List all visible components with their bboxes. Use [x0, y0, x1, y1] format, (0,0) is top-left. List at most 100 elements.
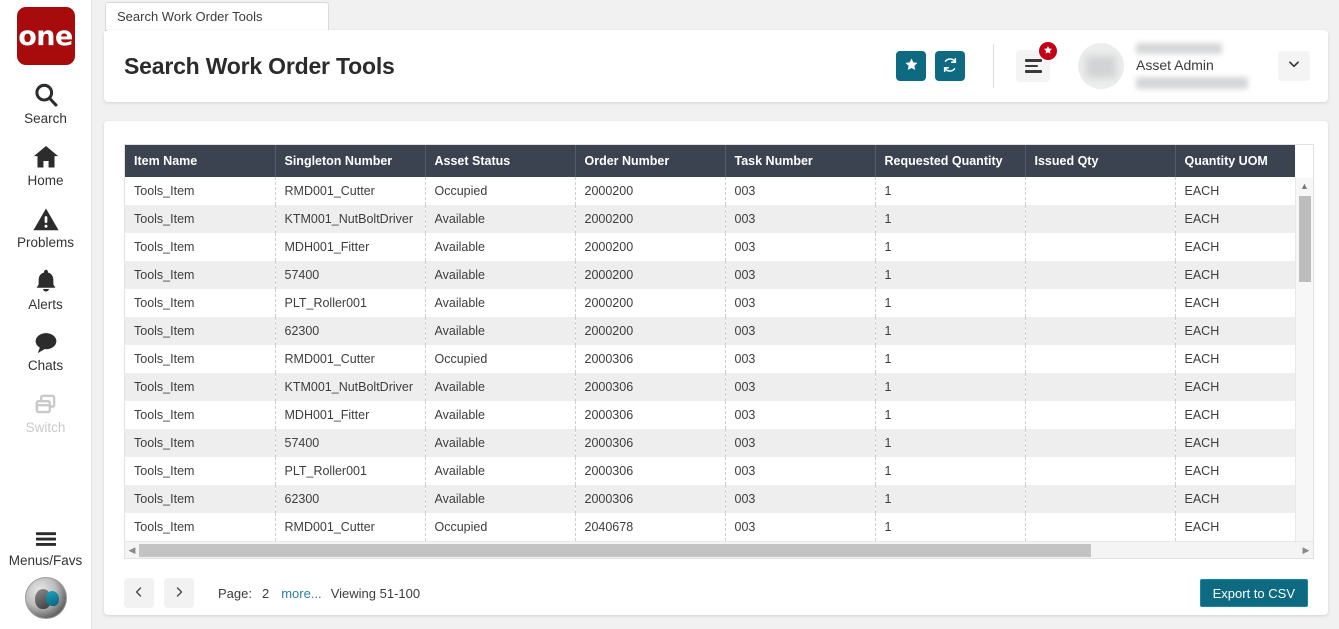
sidebar-label: Problems [17, 236, 74, 251]
results-grid-container: Item NameSingleton NumberAsset StatusOrd… [124, 144, 1314, 559]
grid-body: Tools_ItemRMD001_CutterOccupied200020000… [125, 177, 1295, 541]
chevron-down-icon [1287, 57, 1301, 76]
table-row[interactable]: Tools_ItemMDH001_FitterAvailable20003060… [125, 401, 1295, 429]
switch-windows-icon [33, 388, 59, 418]
grid-column-header[interactable]: Quantity UOM [1175, 145, 1295, 177]
star-icon [904, 57, 919, 75]
favorites-menu-button[interactable] [1016, 50, 1050, 82]
table-row[interactable]: Tools_Item57400Available20003060031EACH [125, 429, 1295, 457]
home-icon [31, 141, 61, 171]
table-row[interactable]: Tools_ItemKTM001_NutBoltDriverAvailable2… [125, 373, 1295, 401]
export-to-csv-button[interactable]: Export to CSV [1200, 579, 1308, 607]
table-cell: 003 [725, 233, 875, 261]
table-cell [1025, 373, 1175, 401]
table-cell: 1 [875, 261, 1025, 289]
user-menu-button[interactable] [1278, 51, 1310, 81]
previous-page-button[interactable] [124, 578, 154, 608]
table-row[interactable]: Tools_ItemPLT_Roller001Available20002000… [125, 289, 1295, 317]
next-page-button[interactable] [164, 578, 194, 608]
table-row[interactable]: Tools_Item62300Available20002000031EACH [125, 317, 1295, 345]
grid-column-header[interactable]: Order Number [575, 145, 725, 177]
table-cell: 1 [875, 177, 1025, 205]
table-cell: Tools_Item [125, 205, 275, 233]
grid-column-header[interactable]: Singleton Number [275, 145, 425, 177]
table-row[interactable]: Tools_ItemMDH001_FitterAvailable20002000… [125, 233, 1295, 261]
table-cell: EACH [1175, 317, 1295, 345]
grid-column-header[interactable]: Asset Status [425, 145, 575, 177]
sidebar-item-chats[interactable]: Chats [0, 326, 92, 374]
table-cell: 57400 [275, 429, 425, 457]
table-cell: EACH [1175, 373, 1295, 401]
table-cell: 1 [875, 345, 1025, 373]
table-cell: 003 [725, 513, 875, 541]
table-cell: MDH001_Fitter [275, 233, 425, 261]
sidebar-item-search[interactable]: Search [0, 79, 92, 127]
table-row[interactable]: Tools_Item57400Available20002000031EACH [125, 261, 1295, 289]
table-cell: RMD001_Cutter [275, 177, 425, 205]
table-row[interactable]: Tools_ItemRMD001_CutterOccupied200030600… [125, 345, 1295, 373]
grid-column-header[interactable]: Requested Quantity [875, 145, 1025, 177]
table-cell: 2000200 [575, 205, 725, 233]
hamburger-icon [31, 521, 61, 551]
table-cell: 1 [875, 289, 1025, 317]
table-cell: 2000306 [575, 457, 725, 485]
favorite-button[interactable] [896, 51, 926, 81]
table-cell: Available [425, 289, 575, 317]
grid-column-header[interactable]: Item Name [125, 145, 275, 177]
grid-column-header[interactable]: Task Number [725, 145, 875, 177]
sidebar-label: Menus/Favs [9, 554, 83, 569]
table-cell: Tools_Item [125, 373, 275, 401]
table-cell: 003 [725, 401, 875, 429]
table-cell: Available [425, 401, 575, 429]
table-cell: 57400 [275, 261, 425, 289]
table-row[interactable]: Tools_ItemPLT_Roller001Available20003060… [125, 457, 1295, 485]
table-cell: 2000306 [575, 485, 725, 513]
tab-search-work-order-tools[interactable]: Search Work Order Tools [105, 2, 329, 33]
results-panel: Item NameSingleton NumberAsset StatusOrd… [104, 121, 1328, 615]
table-row[interactable]: Tools_ItemKTM001_NutBoltDriverAvailable2… [125, 205, 1295, 233]
tab-strip: Search Work Order Tools [92, 0, 1339, 33]
table-cell: KTM001_NutBoltDriver [275, 205, 425, 233]
assistant-avatar-icon[interactable] [25, 577, 67, 619]
table-cell [1025, 177, 1175, 205]
table-cell [1025, 457, 1175, 485]
table-cell: EACH [1175, 289, 1295, 317]
table-cell: 003 [725, 205, 875, 233]
horizontal-scroll-thumb[interactable] [139, 544, 1091, 557]
sidebar-label: Switch [26, 421, 66, 436]
table-cell: 1 [875, 429, 1025, 457]
sidebar-label: Search [24, 112, 67, 127]
scroll-right-icon[interactable]: ▶ [1299, 542, 1313, 558]
grid-column-header[interactable]: Issued Qty [1025, 145, 1175, 177]
table-cell: 003 [725, 429, 875, 457]
table-row[interactable]: Tools_ItemRMD001_CutterOccupied200020000… [125, 177, 1295, 205]
scroll-up-icon[interactable]: ▲ [1296, 178, 1313, 194]
sidebar-item-menus-favs[interactable]: Menus/Favs [0, 521, 92, 569]
grid-vertical-scrollbar[interactable]: ▲ ▼ [1295, 178, 1313, 558]
sidebar-item-alerts[interactable]: Alerts [0, 265, 92, 313]
table-row[interactable]: Tools_ItemRMD001_CutterOccupied204067800… [125, 513, 1295, 541]
brand-logo[interactable]: one [17, 7, 75, 65]
sidebar-label: Chats [28, 359, 63, 374]
scroll-left-icon[interactable]: ◀ [125, 542, 139, 558]
sidebar-item-home[interactable]: Home [0, 141, 92, 189]
sidebar-item-problems[interactable]: Problems [0, 203, 92, 251]
vertical-scroll-thumb[interactable] [1299, 196, 1311, 282]
table-cell [1025, 485, 1175, 513]
header-divider [993, 44, 994, 88]
table-cell: Tools_Item [125, 261, 275, 289]
table-cell: 2000306 [575, 345, 725, 373]
grid-horizontal-scrollbar[interactable]: ◀ ▶ [125, 541, 1313, 558]
table-row[interactable]: Tools_Item62300Available20003060031EACH [125, 485, 1295, 513]
sidebar-item-switch[interactable]: Switch [0, 388, 92, 436]
table-cell: Occupied [425, 345, 575, 373]
table-cell: Available [425, 485, 575, 513]
results-grid: Item NameSingleton NumberAsset StatusOrd… [125, 145, 1295, 541]
table-cell [1025, 205, 1175, 233]
user-avatar[interactable] [1078, 43, 1124, 89]
table-cell: PLT_Roller001 [275, 457, 425, 485]
table-cell: 62300 [275, 317, 425, 345]
more-pages-link[interactable]: more... [281, 586, 321, 601]
refresh-button[interactable] [935, 51, 965, 81]
table-cell: Tools_Item [125, 513, 275, 541]
